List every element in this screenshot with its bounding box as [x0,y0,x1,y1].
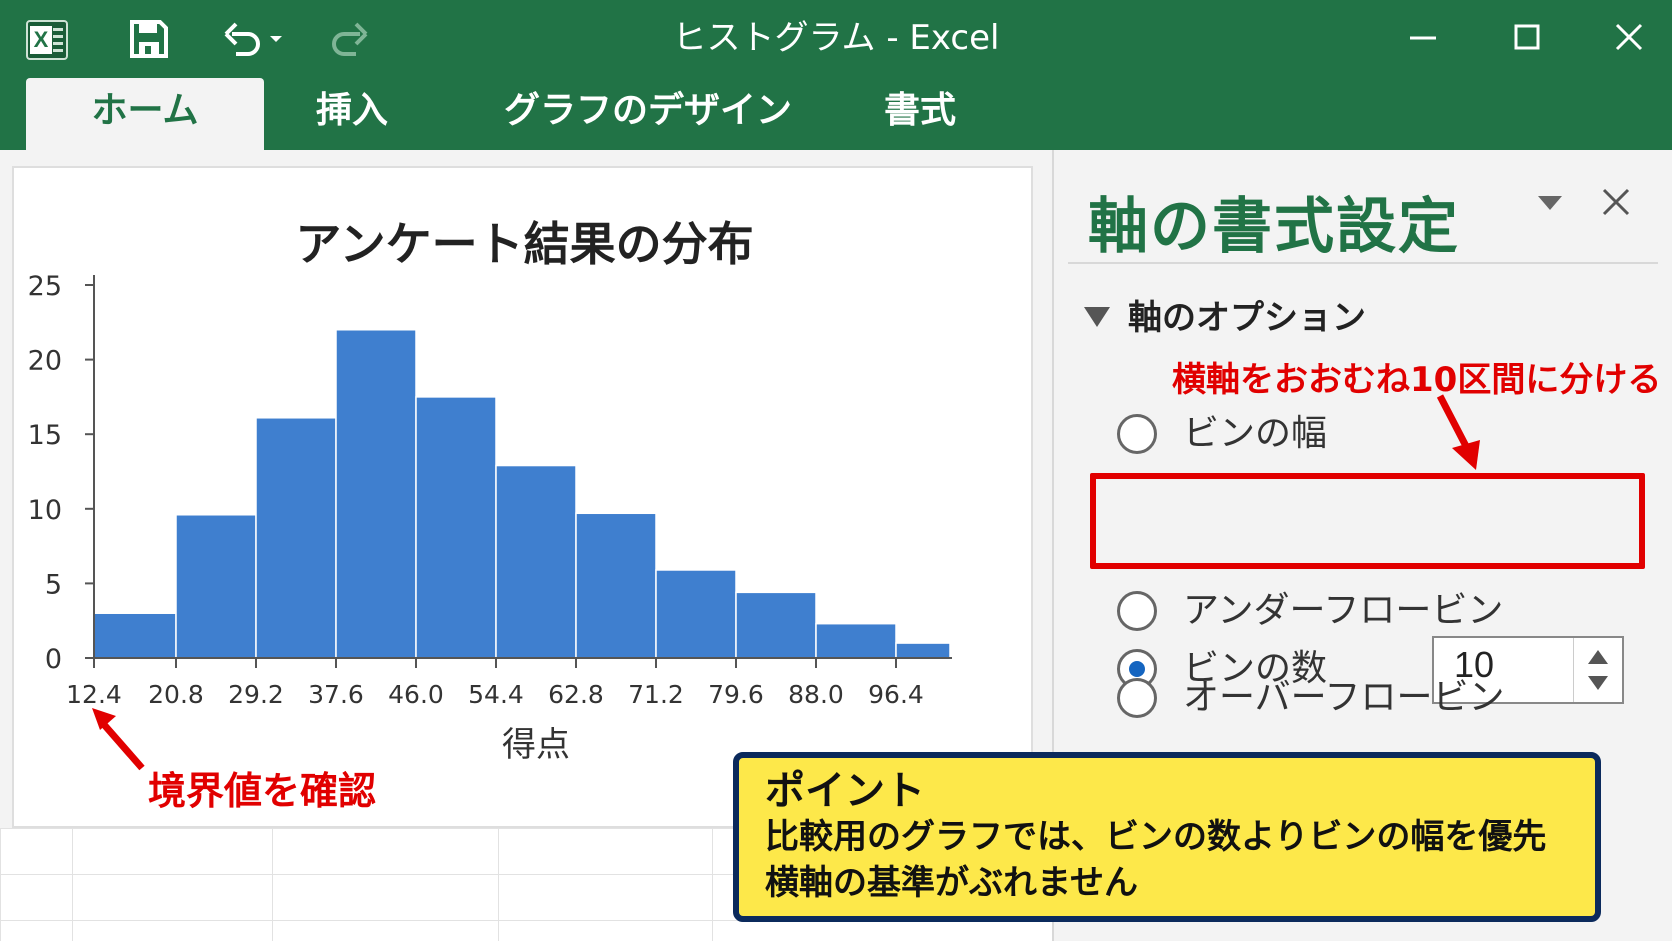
section-label: 軸のオプション [1128,298,1366,338]
x-tick-label: 37.6 [308,680,364,709]
boundary-annotation: 境界値を確認 [148,769,377,813]
x-tick-label: 29.2 [228,680,284,709]
histogram-bar[interactable] [255,417,337,659]
axis-options-section[interactable]: 軸のオプション [1084,290,1366,339]
histogram-bar[interactable] [735,591,817,659]
callout-heading: ポイント [765,768,925,814]
bin-arrow-icon [1436,394,1480,470]
spinner-buttons [1573,638,1622,702]
histogram-bar[interactable] [335,329,417,659]
maximize-icon[interactable] [1502,16,1552,60]
pane-divider [1068,262,1658,264]
x-axis-title: 得点 [502,725,570,765]
minimize-icon[interactable] [1398,16,1448,60]
ribbon-tabs: ホーム 挿入 グラフのデザイン 書式 [0,78,1672,150]
histogram-bar[interactable] [495,464,577,659]
grid-column-line [498,828,499,941]
point-callout: ポイント 比較用のグラフでは、ビンの数よりビンの幅を優先 横軸の基準がぶれません [733,752,1601,922]
grid-column-line [712,828,713,941]
histogram-bar[interactable] [815,622,897,659]
callout-line-1: 比較用のグラフでは、ビンの数よりビンの幅を優先 [765,817,1547,857]
grid-column-line [72,828,73,941]
histogram-bar[interactable] [655,569,737,659]
histogram-bar[interactable] [895,642,951,659]
x-tick-label: 71.2 [628,680,684,709]
x-tick-label: 20.8 [148,680,204,709]
tab-format[interactable]: 書式 [884,78,956,150]
option-label: アンダーフロービン [1183,590,1504,631]
radio-underflow-bin[interactable] [1117,591,1157,631]
tab-insert[interactable]: 挿入 [316,78,388,150]
y-tick-label: 15 [28,420,62,451]
pane-title: 軸の書式設定 [1088,192,1460,262]
close-icon[interactable] [1604,16,1654,60]
callout-line-2: 横軸の基準がぶれません [765,863,1138,903]
radio-overflow-bin[interactable] [1117,678,1157,718]
histogram-chart[interactable]: 051015202512.4 20.8 29.2 37.6 46.0 54.4 62.8 71… [14,168,1031,826]
bin-count-highlight [1090,473,1645,569]
collapse-triangle-icon[interactable] [1084,306,1110,327]
tab-home[interactable]: ホーム [26,78,264,150]
bin-annotation: 横軸をおおむね10区間に分ける [1172,360,1662,400]
tab-chart-design[interactable]: グラフのデザイン [504,78,792,150]
spin-down-icon[interactable] [1588,676,1608,690]
x-tick-label: 46.0 [388,680,444,709]
option-label: オーバーフロービン [1183,677,1505,718]
title-bar: X ヒストグラム - Excel [0,0,1672,78]
x-tick-label: 88.0 [788,680,844,709]
y-tick-label: 10 [28,495,62,526]
x-tick-label: 62.8 [548,680,604,709]
radio-bin-width[interactable] [1117,414,1157,454]
spin-up-icon[interactable] [1588,650,1608,664]
y-tick-label: 25 [28,271,62,302]
histogram-bar[interactable] [93,612,177,659]
y-tick-label: 20 [28,346,62,377]
pane-close-icon[interactable] [1600,186,1632,218]
y-tick-label: 0 [45,644,62,675]
x-tick-label: 54.4 [468,680,524,709]
option-label: ビンの幅 [1183,413,1328,454]
histogram-bar[interactable] [575,512,657,659]
grid-column-line [272,828,273,941]
histogram-bar[interactable] [415,396,497,659]
x-tick-label: 79.6 [708,680,764,709]
boundary-arrow-icon [92,708,145,771]
chart-area[interactable]: アンケート結果の分布 0 5 10 15 20 25 12.4 20.8 29.2 37.6 46.… [12,166,1033,828]
x-tick-label: 96.4 [868,680,924,709]
y-tick-label: 5 [45,569,62,600]
histogram-bar[interactable] [175,514,257,659]
pane-options-dropdown-icon[interactable] [1536,192,1564,212]
